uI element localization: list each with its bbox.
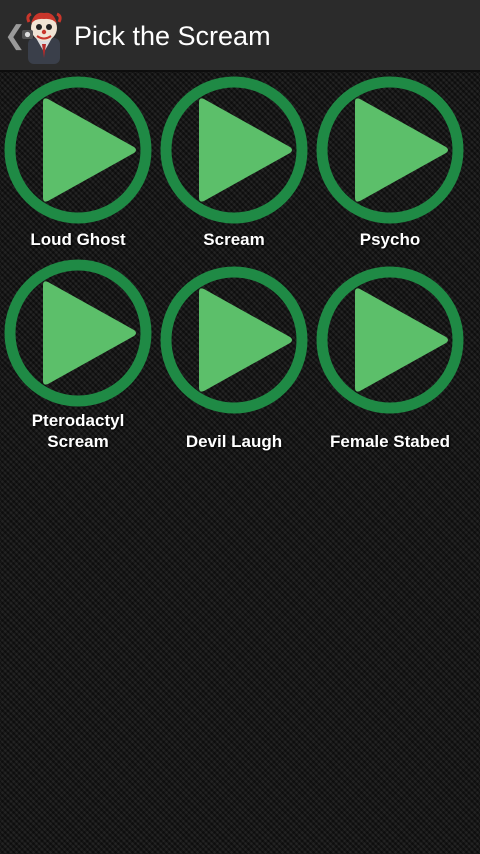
- play-icon[interactable]: [159, 265, 309, 415]
- clown-avatar-icon[interactable]: [20, 8, 68, 64]
- play-icon[interactable]: [315, 75, 465, 225]
- sound-label: Pterodactyl Scream: [31, 411, 125, 451]
- play-icon[interactable]: [3, 258, 153, 408]
- play-icon[interactable]: [315, 265, 465, 415]
- action-bar: ❮ Pick the Scream: [0, 0, 480, 72]
- sound-label: Female Stabed: [330, 432, 450, 451]
- sound-label: Loud Ghost: [30, 230, 126, 249]
- play-icon[interactable]: [3, 75, 153, 225]
- sound-label: Psycho: [359, 230, 421, 249]
- page-title: Pick the Scream: [74, 21, 271, 51]
- sound-label: Scream: [203, 230, 265, 249]
- play-icon[interactable]: [159, 75, 309, 225]
- sound-label: Devil Laugh: [185, 432, 283, 451]
